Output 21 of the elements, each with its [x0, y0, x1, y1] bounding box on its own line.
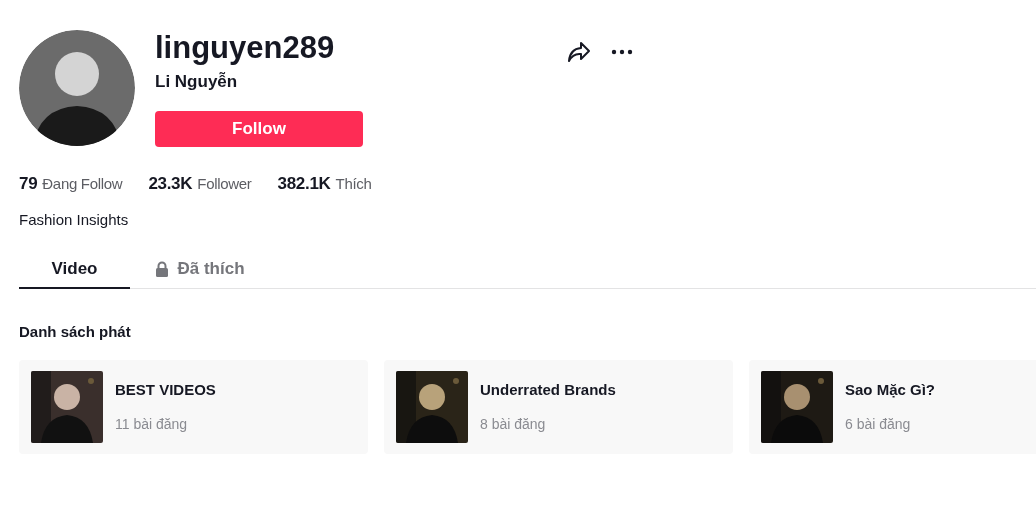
bio-text: Fashion Insights — [19, 209, 130, 230]
stat-text: 79 Đang Follow — [19, 173, 123, 195]
post-count: 8 bài đăng — [480, 414, 547, 434]
tab[interactable]: Video — [19, 251, 130, 289]
playlist-card[interactable]: BEST VIDEOS 11 bài đăng — [19, 359, 368, 454]
stat-text: 23.3K Follower — [148, 173, 252, 195]
display-name: Li Nguyễn — [155, 71, 239, 93]
share-icon[interactable] — [567, 41, 591, 63]
playlist-name: Underrated Brands — [480, 379, 616, 400]
playlist-card[interactable]: Sao Mặc Gì? 6 bài đăng — [749, 359, 1036, 454]
playlist-card[interactable]: Underrated Brands 8 bài đăng — [384, 359, 733, 454]
post-count: 6 bài đăng — [845, 414, 912, 434]
username: linguyen289 — [155, 29, 336, 67]
playlist-name: Sao Mặc Gì? — [845, 379, 936, 400]
post-count: 11 bài đăng — [115, 414, 189, 434]
tab[interactable]: Đã thích — [130, 251, 270, 289]
follow-button[interactable]: Follow — [155, 111, 363, 147]
more-icon[interactable] — [611, 49, 633, 55]
section-title: Danh sách phát — [19, 322, 132, 342]
stat-text: 382.1K Thích — [277, 173, 372, 195]
playlist-name: BEST VIDEOS — [115, 379, 216, 400]
